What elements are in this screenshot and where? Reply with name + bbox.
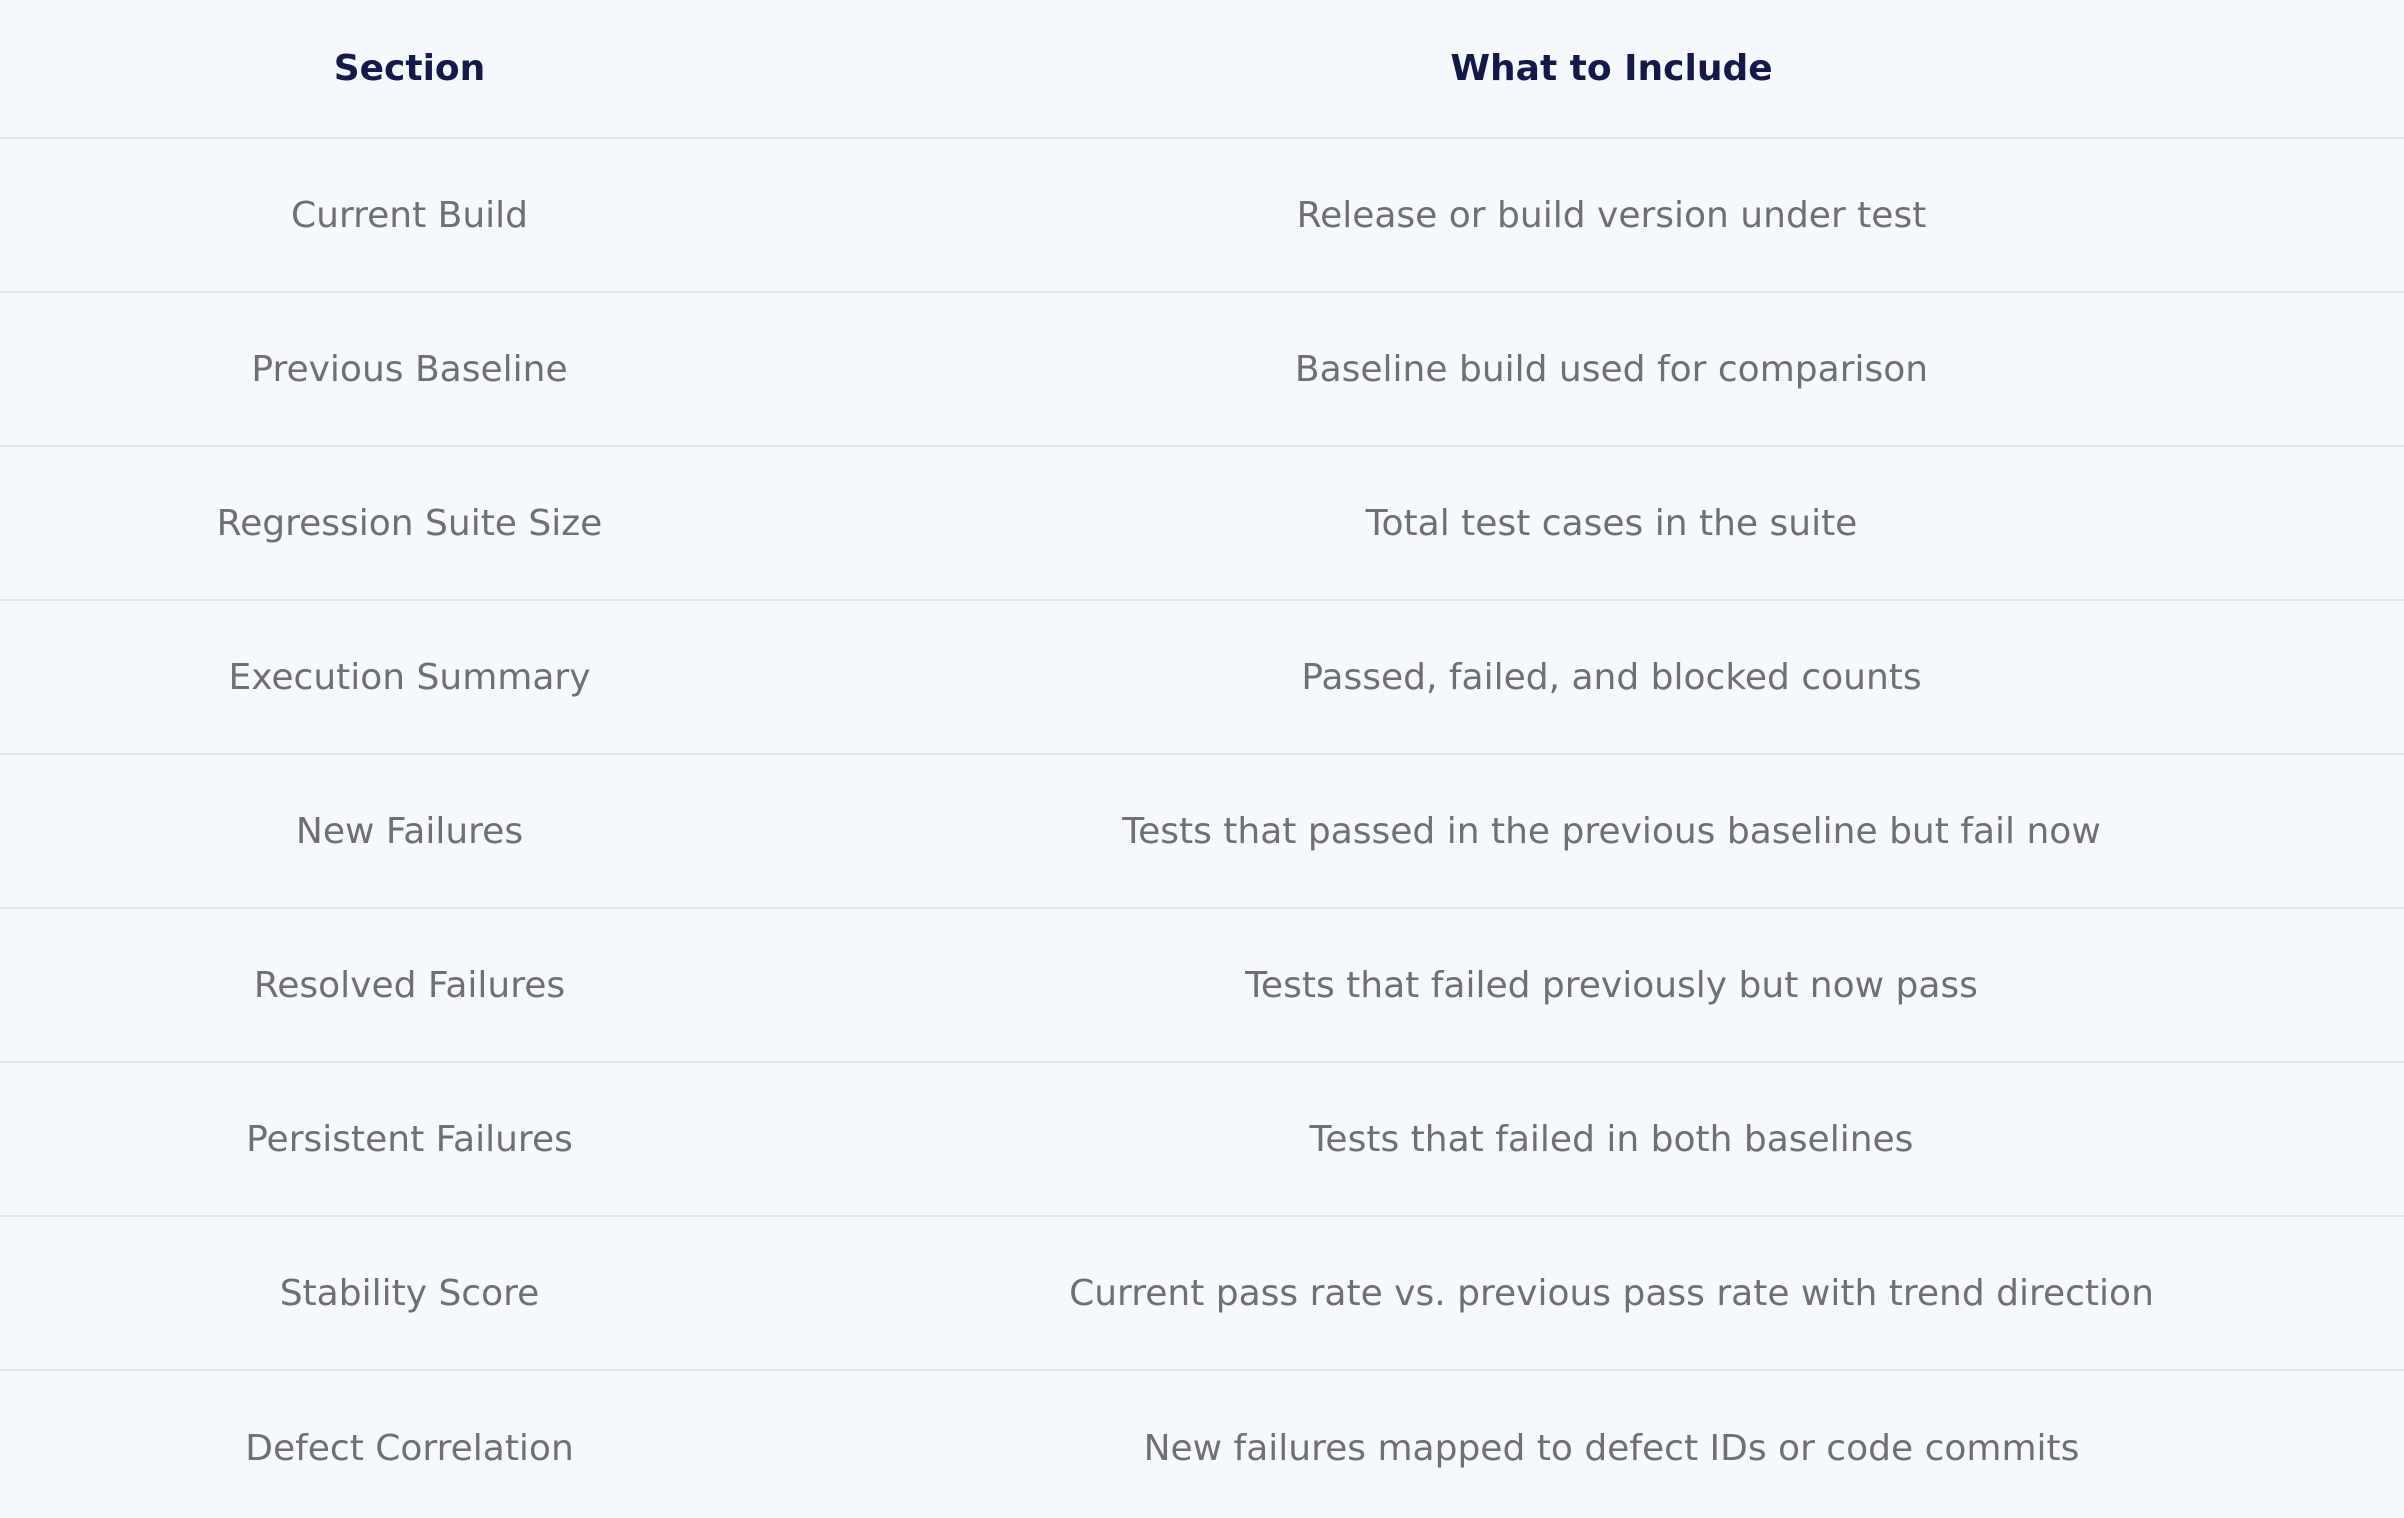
table-row: Current Build Release or build version u… bbox=[0, 139, 2404, 293]
include-cell: Current pass rate vs. previous pass rate… bbox=[1069, 1272, 2154, 1314]
table-row: Stability Score Current pass rate vs. pr… bbox=[0, 1217, 2404, 1371]
include-cell: Baseline build used for comparison bbox=[1294, 348, 1929, 390]
include-cell: Tests that passed in the previous baseli… bbox=[1122, 810, 2101, 852]
column-header-what-to-include: What to Include bbox=[1450, 48, 1773, 89]
table-row: Persistent Failures Tests that failed in… bbox=[0, 1063, 2404, 1217]
section-cell: Resolved Failures bbox=[253, 964, 566, 1006]
section-cell: Execution Summary bbox=[228, 656, 591, 698]
include-cell: Release or build version under test bbox=[1296, 194, 1927, 236]
section-cell: Stability Score bbox=[279, 1272, 540, 1314]
include-cell: Tests that failed previously but now pas… bbox=[1245, 964, 1978, 1006]
section-cell: Regression Suite Size bbox=[216, 502, 603, 544]
table-row: Resolved Failures Tests that failed prev… bbox=[0, 909, 2404, 1063]
include-cell: Total test cases in the suite bbox=[1365, 502, 1858, 544]
table-row: Regression Suite Size Total test cases i… bbox=[0, 447, 2404, 601]
table-row: New Failures Tests that passed in the pr… bbox=[0, 755, 2404, 909]
include-cell: New failures mapped to defect IDs or cod… bbox=[1143, 1427, 2080, 1469]
table-row: Defect Correlation New failures mapped t… bbox=[0, 1371, 2404, 1518]
section-cell: Persistent Failures bbox=[246, 1118, 573, 1160]
column-header-section: Section bbox=[333, 48, 486, 89]
table-row: Previous Baseline Baseline build used fo… bbox=[0, 293, 2404, 447]
include-cell: Passed, failed, and blocked counts bbox=[1301, 656, 1922, 698]
report-sections-table: Section What to Include Current Build Re… bbox=[0, 0, 2404, 1518]
include-cell: Tests that failed in both baselines bbox=[1309, 1118, 1914, 1160]
table-header-row: Section What to Include bbox=[0, 0, 2404, 139]
section-cell: Previous Baseline bbox=[251, 348, 568, 390]
table-row: Execution Summary Passed, failed, and bl… bbox=[0, 601, 2404, 755]
section-cell: Current Build bbox=[290, 194, 529, 236]
section-cell: Defect Correlation bbox=[245, 1427, 574, 1469]
section-cell: New Failures bbox=[295, 810, 524, 852]
